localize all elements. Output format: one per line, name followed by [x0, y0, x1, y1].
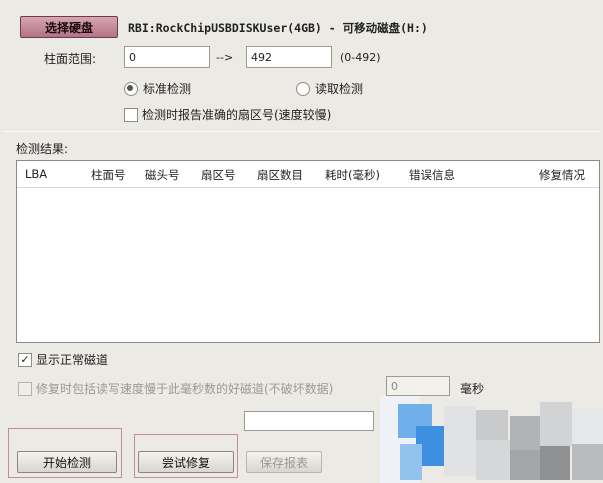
repair-slow-tracks-checkbox[interactable]: 修复时包括读写速度慢于此毫秒数的好磁道(不破坏数据): [18, 380, 333, 397]
column-header-error[interactable]: 错误信息: [409, 167, 455, 183]
slow-threshold-input[interactable]: 0: [386, 376, 450, 396]
radio-standard-label: 标准检测: [143, 82, 192, 96]
try-repair-button[interactable]: 尝试修复: [138, 451, 234, 473]
radio-read-label: 读取检测: [315, 82, 364, 96]
cylinder-end-input[interactable]: 492: [246, 46, 332, 68]
column-header-sector[interactable]: 扇区号: [201, 167, 236, 183]
radio-dot-icon: [124, 81, 138, 96]
column-header-head[interactable]: 磁头号: [145, 167, 180, 183]
repair-slow-tracks-label: 修复时包括读写速度慢于此毫秒数的好磁道(不破坏数据): [36, 382, 334, 396]
checkbox-icon: [18, 381, 32, 396]
show-normal-checkbox[interactable]: ✓ 显示正常磁道: [18, 351, 108, 368]
accurate-sector-checkbox[interactable]: 检测时报告准确的扇区号(速度较慢): [124, 106, 331, 123]
save-report-button[interactable]: 保存报表: [246, 451, 322, 473]
accurate-sector-label: 检测时报告准确的扇区号(速度较慢): [142, 108, 332, 122]
show-normal-label: 显示正常磁道: [36, 353, 109, 367]
cylinder-start-input[interactable]: 0: [124, 46, 210, 68]
column-header-time[interactable]: 耗时(毫秒): [325, 167, 380, 183]
cylinder-range-hint: (0-492): [340, 51, 381, 64]
column-header-cylinder[interactable]: 柱面号: [91, 167, 126, 183]
select-disk-button[interactable]: 选择硬盘: [20, 16, 118, 38]
start-detect-button[interactable]: 开始检测: [17, 451, 117, 473]
radio-standard-detect[interactable]: 标准检测: [124, 80, 191, 97]
threshold-unit-label: 毫秒: [460, 382, 485, 396]
results-label: 检测结果:: [16, 142, 69, 156]
radio-read-detect[interactable]: 读取检测: [296, 80, 363, 97]
checkbox-icon: [124, 107, 138, 122]
column-header-sector-count[interactable]: 扇区数目: [257, 167, 303, 183]
cylinder-range-label: 柱面范围:: [44, 52, 97, 66]
checkmark-icon: ✓: [18, 352, 32, 367]
column-header-lba[interactable]: LBA: [25, 167, 47, 181]
mosaic-watermark: [380, 396, 603, 483]
results-list[interactable]: LBA 柱面号 磁头号 扇区号 扇区数目 耗时(毫秒) 错误信息 修复情况: [16, 160, 600, 343]
radio-circle-icon: [296, 81, 310, 96]
section-divider: [4, 131, 599, 132]
results-list-header: LBA 柱面号 磁头号 扇区号 扇区数目 耗时(毫秒) 错误信息 修复情况: [17, 161, 599, 188]
range-arrow: -->: [216, 51, 234, 64]
progress-box: [244, 411, 374, 431]
disk-description: RBI:RockChipUSBDISKUser(4GB) - 可移动磁盘(H:): [128, 21, 428, 35]
column-header-repair[interactable]: 修复情况: [539, 167, 585, 183]
